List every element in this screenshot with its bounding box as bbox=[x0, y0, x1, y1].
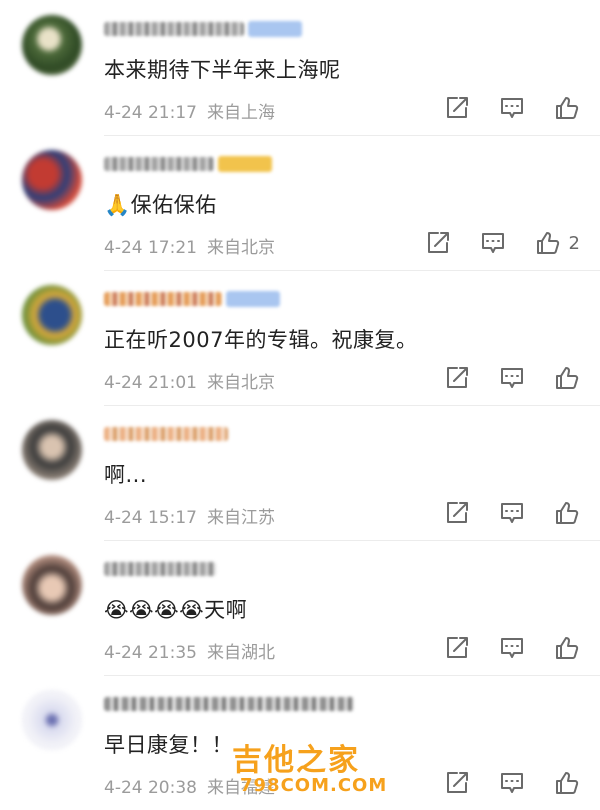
share-button[interactable] bbox=[425, 230, 451, 256]
comment-actions bbox=[415, 362, 580, 394]
comment-actions: 2 bbox=[396, 227, 580, 259]
comment-text: 啊... bbox=[104, 463, 148, 487]
watermark-title: 吉他之家 bbox=[232, 743, 360, 778]
comment-date: 4-24 17:21 bbox=[104, 238, 197, 258]
reply-button[interactable] bbox=[499, 500, 525, 526]
username-redacted[interactable] bbox=[104, 423, 364, 441]
like-button[interactable]: 2 bbox=[535, 230, 580, 256]
avatar[interactable] bbox=[22, 555, 82, 615]
comment-item: 🙏保佑保佑 4-24 17:21 来自北京 2 bbox=[0, 135, 600, 270]
like-icon bbox=[536, 232, 559, 254]
avatar[interactable] bbox=[22, 150, 82, 210]
share-icon bbox=[447, 637, 468, 658]
comment-location: 来自北京 bbox=[206, 238, 275, 258]
comment-icon bbox=[501, 773, 523, 793]
comment-icon bbox=[501, 503, 523, 523]
comment-text: 🙏保佑保佑 bbox=[104, 193, 217, 217]
comment-meta: 4-24 17:21 来自北京 bbox=[104, 233, 275, 258]
comment-actions bbox=[415, 92, 580, 124]
avatar[interactable] bbox=[22, 420, 82, 480]
reply-button[interactable] bbox=[499, 770, 525, 796]
comment-location: 来自江苏 bbox=[206, 508, 275, 528]
watermark-subtitle: 798COM.COM bbox=[240, 775, 388, 796]
comment-meta: 4-24 21:35 来自湖北 bbox=[104, 638, 275, 663]
reply-button[interactable] bbox=[499, 365, 525, 391]
comment-meta: 4-24 15:17 来自江苏 bbox=[104, 503, 275, 528]
comment-text: 😭😭😭😭天啊 bbox=[104, 598, 248, 622]
share-button[interactable] bbox=[444, 365, 470, 391]
comment-icon bbox=[501, 368, 523, 388]
like-button[interactable] bbox=[554, 635, 580, 661]
comment-icon bbox=[501, 638, 523, 658]
avatar[interactable] bbox=[22, 15, 82, 75]
comment-text: 早日康复！！ bbox=[104, 733, 233, 757]
share-icon bbox=[447, 97, 468, 118]
like-icon bbox=[556, 97, 579, 119]
comment-icon bbox=[501, 98, 523, 118]
share-button[interactable] bbox=[444, 635, 470, 661]
username-redacted[interactable] bbox=[104, 288, 364, 307]
like-count: 2 bbox=[568, 232, 580, 254]
divider bbox=[104, 405, 600, 406]
share-button[interactable] bbox=[444, 500, 470, 526]
share-button[interactable] bbox=[444, 770, 470, 796]
comment-item: 本来期待下半年来上海呢 4-24 21:17 来自上海 bbox=[0, 0, 600, 135]
comment-item: 正在听2007年的专辑。祝康复。 4-24 21:01 来自北京 bbox=[0, 270, 600, 405]
comment-text: 本来期待下半年来上海呢 bbox=[104, 58, 341, 82]
reply-button[interactable] bbox=[480, 230, 506, 256]
share-icon bbox=[447, 502, 468, 523]
share-button[interactable] bbox=[444, 95, 470, 121]
comment-location: 来自湖北 bbox=[206, 643, 275, 663]
comment-actions bbox=[415, 632, 580, 664]
like-button[interactable] bbox=[554, 365, 580, 391]
share-icon bbox=[427, 232, 449, 253]
comment-date: 4-24 21:17 bbox=[104, 103, 197, 123]
share-icon bbox=[447, 367, 468, 388]
comment-date: 4-24 21:35 bbox=[104, 643, 197, 663]
like-icon bbox=[556, 637, 579, 659]
divider bbox=[104, 540, 600, 541]
comment-item: 啊... 4-24 15:17 来自江苏 bbox=[0, 405, 600, 540]
divider bbox=[104, 270, 600, 271]
username-redacted[interactable] bbox=[104, 693, 364, 711]
share-icon bbox=[447, 772, 468, 793]
like-icon bbox=[556, 367, 579, 389]
username-redacted[interactable] bbox=[104, 18, 364, 37]
comment-meta: 4-24 21:17 来自上海 bbox=[104, 98, 275, 123]
comment-icon bbox=[481, 233, 504, 253]
comment-meta: 4-24 21:01 来自北京 bbox=[104, 368, 275, 393]
username-redacted[interactable] bbox=[104, 558, 364, 576]
reply-button[interactable] bbox=[499, 635, 525, 661]
like-icon bbox=[556, 772, 579, 794]
avatar[interactable] bbox=[22, 285, 82, 345]
avatar[interactable] bbox=[22, 690, 82, 750]
username-redacted[interactable] bbox=[104, 153, 364, 172]
divider bbox=[104, 675, 600, 676]
like-button[interactable] bbox=[554, 500, 580, 526]
comment-date: 4-24 15:17 bbox=[104, 508, 197, 528]
comment-date: 4-24 21:01 bbox=[104, 373, 197, 393]
watermark-logo: 吉他之家 798COM.COM bbox=[232, 735, 386, 803]
like-button[interactable] bbox=[554, 95, 580, 121]
comment-date: 4-24 20:38 bbox=[104, 778, 197, 798]
reply-button[interactable] bbox=[499, 95, 525, 121]
comment-location: 来自上海 bbox=[206, 103, 275, 123]
like-button[interactable] bbox=[554, 770, 580, 796]
comment-text: 正在听2007年的专辑。祝康复。 bbox=[104, 328, 418, 352]
comment-actions bbox=[415, 497, 580, 529]
comment-actions bbox=[415, 767, 580, 799]
comment-location: 来自北京 bbox=[206, 373, 275, 393]
like-icon bbox=[556, 502, 579, 524]
divider bbox=[104, 135, 600, 136]
comment-item: 😭😭😭😭天啊 4-24 21:35 来自湖北 bbox=[0, 540, 600, 675]
